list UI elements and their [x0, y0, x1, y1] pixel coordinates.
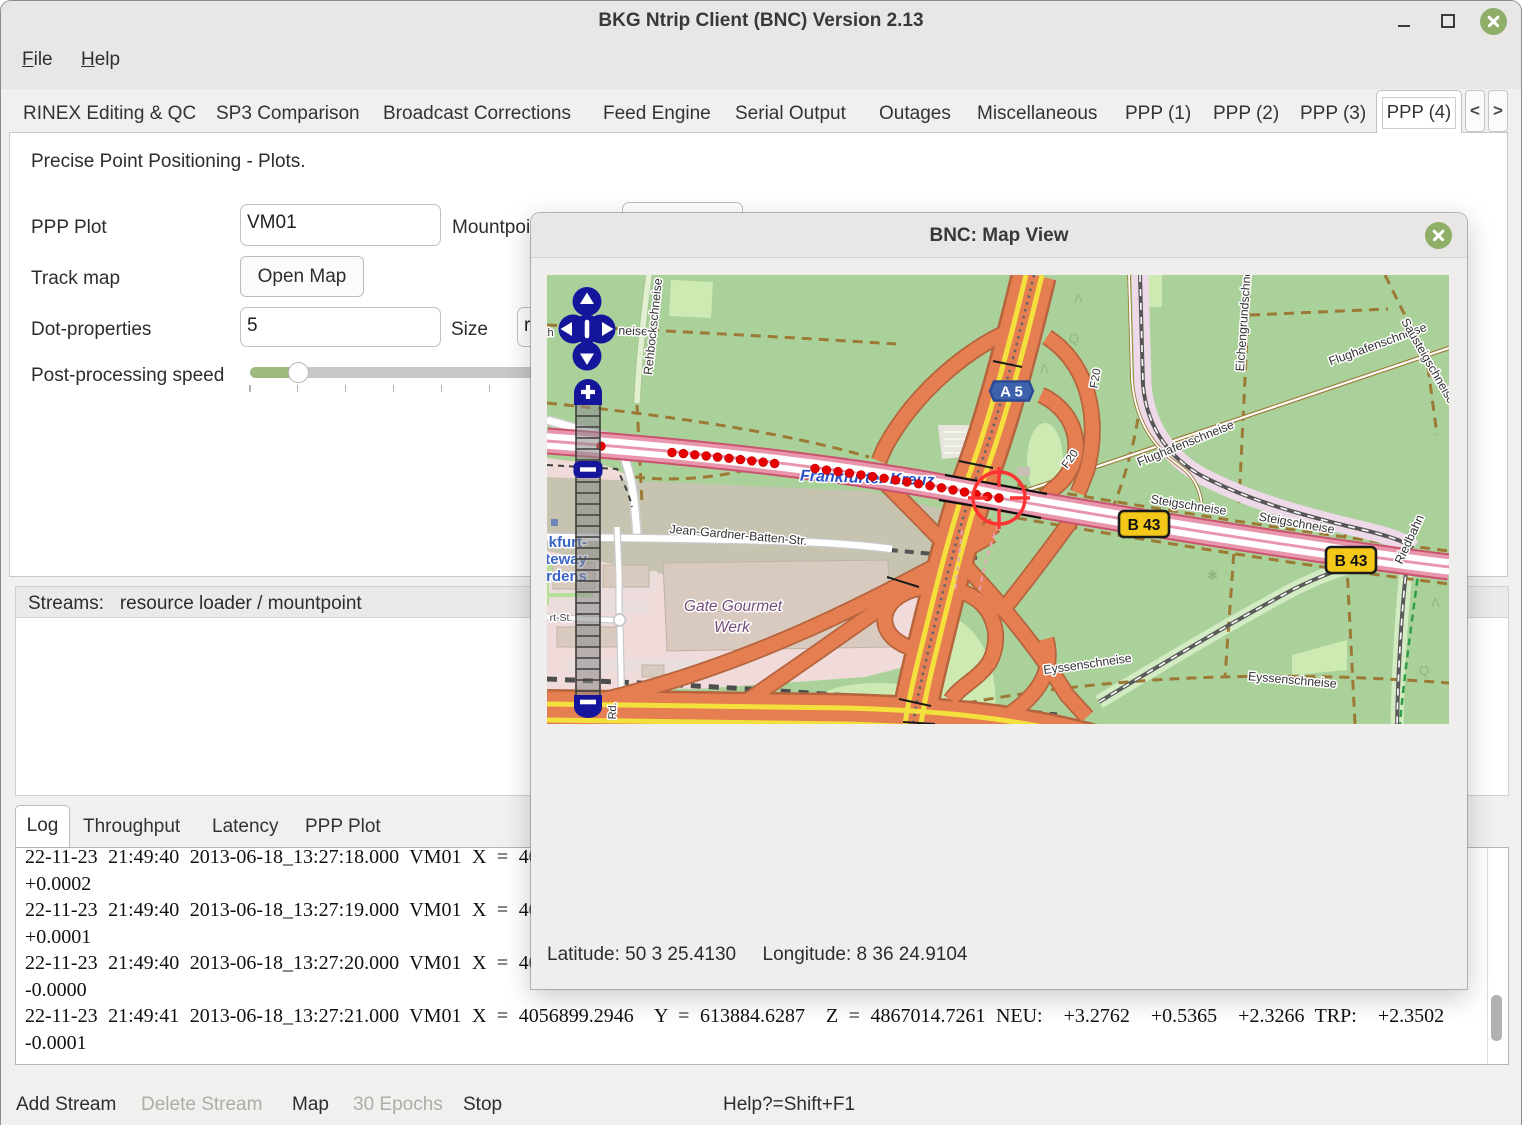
svg-text:neise: neise [618, 323, 648, 338]
svg-text:Λ: Λ [1431, 595, 1440, 610]
svg-text:B 43: B 43 [1128, 517, 1161, 534]
svg-text:Q: Q [1419, 663, 1429, 678]
svg-text:th: th [547, 327, 554, 339]
svg-text:A 5: A 5 [1000, 384, 1023, 401]
svg-text:B 43: B 43 [1335, 553, 1368, 570]
svg-text:Λ: Λ [1074, 291, 1083, 306]
svg-text:Gate Gourmet: Gate Gourmet [684, 598, 783, 615]
svg-text:Q: Q [1069, 331, 1079, 346]
svg-text:rt-St.: rt-St. [550, 612, 573, 624]
svg-text:✱: ✱ [1207, 568, 1218, 583]
svg-text:Λ: Λ [1040, 361, 1049, 376]
svg-text:Werk: Werk [714, 619, 751, 636]
svg-text:Rd.: Rd. [607, 702, 620, 720]
